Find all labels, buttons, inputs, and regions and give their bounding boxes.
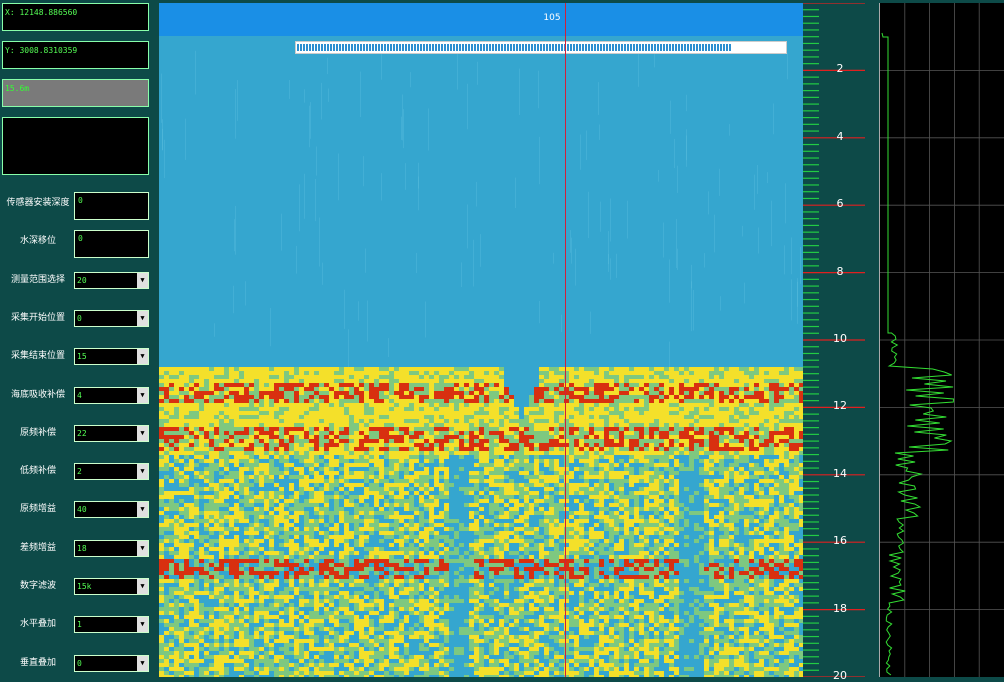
x-coordinate-readout: X: 12148.886560 <box>2 3 149 31</box>
depth-tick-label: 4 <box>831 130 849 143</box>
bottom-absorb-select[interactable]: 4▼ <box>74 387 149 404</box>
info-display-box <box>2 117 149 175</box>
vert-stack-select[interactable]: 0▼ <box>74 655 149 672</box>
amplitude-trace <box>882 33 954 675</box>
chevron-down-icon[interactable]: ▼ <box>137 541 148 556</box>
acq-end-value: 15 <box>77 352 87 361</box>
chevron-down-icon[interactable]: ▼ <box>137 579 148 594</box>
depth-readout: 15.6m <box>2 79 149 107</box>
vert-stack-value: 0 <box>77 659 82 668</box>
depth-tick-label: 2 <box>831 62 849 75</box>
control-panel: X: 12148.886560 Y: 3008.8310359 15.6m 传感… <box>0 0 155 681</box>
range-label: 测量范围选择 <box>4 272 72 285</box>
amplitude-profile-panel <box>879 3 1004 677</box>
acq-start-label: 采集开始位置 <box>4 310 72 323</box>
sensor-depth-value: 0 <box>78 196 83 205</box>
low-comp-label: 低频补偿 <box>4 463 72 476</box>
sensor-depth-label: 传感器安装深度 <box>4 195 72 208</box>
acq-end-label: 采集结束位置 <box>4 348 72 361</box>
depth-scale: 2468101214161820 <box>803 3 868 677</box>
tide-offset-value: 0 <box>78 234 83 243</box>
depth-tick-label: 20 <box>831 669 849 682</box>
depth-tick-label: 12 <box>831 399 849 412</box>
echogram-canvas[interactable] <box>159 3 803 677</box>
chevron-down-icon[interactable]: ▼ <box>137 311 148 326</box>
horiz-stack-select[interactable]: 1▼ <box>74 616 149 633</box>
primary-comp-value: 22 <box>77 429 87 438</box>
tide-offset-label: 水深移位 <box>4 233 72 246</box>
tide-offset-input[interactable]: 0 <box>74 230 149 258</box>
echogram-view[interactable]: 105 <box>159 3 803 677</box>
primary-gain-value: 40 <box>77 505 87 514</box>
digital-filter-value: 15k <box>77 582 91 591</box>
echogram-header <box>159 3 803 36</box>
chevron-down-icon[interactable]: ▼ <box>137 349 148 364</box>
primary-gain-select[interactable]: 40 ▼ <box>74 501 149 518</box>
horiz-stack-label: 水平叠加 <box>4 616 72 629</box>
range-value: 20 <box>77 276 87 285</box>
chevron-down-icon[interactable]: ▼ <box>137 502 148 517</box>
y-coordinate-readout: Y: 3008.8310359 <box>2 41 149 69</box>
bottom-absorb-label: 海底吸收补偿 <box>4 387 72 400</box>
ping-number: 105 <box>537 13 567 23</box>
chevron-down-icon[interactable]: ▼ <box>137 617 148 632</box>
depth-tick-label: 18 <box>831 602 849 615</box>
depth-tick-label: 10 <box>831 332 849 345</box>
sensor-depth-input[interactable]: 0 <box>74 192 149 220</box>
chevron-down-icon[interactable]: ▼ <box>137 388 148 403</box>
chevron-down-icon[interactable]: ▼ <box>137 464 148 479</box>
depth-tick-label: 16 <box>831 534 849 547</box>
bottom-absorb-value: 4 <box>77 391 82 400</box>
horiz-stack-value: 1 <box>77 620 82 629</box>
digital-filter-select[interactable]: 15k ▼ <box>74 578 149 595</box>
amplitude-profile-chart <box>880 3 1004 677</box>
acquisition-progress-bar <box>295 41 787 54</box>
diff-gain-select[interactable]: 18 ▼ <box>74 540 149 557</box>
progress-fill <box>297 44 731 51</box>
primary-comp-select[interactable]: 22 ▼ <box>74 425 149 442</box>
acq-start-value: 0 <box>77 314 82 323</box>
primary-comp-label: 原频补偿 <box>4 425 72 438</box>
acq-end-select[interactable]: 15 ▼ <box>74 348 149 365</box>
primary-gain-label: 原频增益 <box>4 501 72 514</box>
low-comp-value: 2 <box>77 467 82 476</box>
digital-filter-label: 数字滤波 <box>4 578 72 591</box>
acq-start-select[interactable]: 0▼ <box>74 310 149 327</box>
vert-stack-label: 垂直叠加 <box>4 655 72 668</box>
chevron-down-icon[interactable]: ▼ <box>137 656 148 671</box>
chevron-down-icon[interactable]: ▼ <box>137 273 148 288</box>
diff-gain-value: 18 <box>77 544 87 553</box>
cursor-line[interactable] <box>565 3 566 677</box>
depth-tick-label: 8 <box>831 265 849 278</box>
chevron-down-icon[interactable]: ▼ <box>137 426 148 441</box>
diff-gain-label: 差频增益 <box>4 540 72 553</box>
depth-tick-label: 14 <box>831 467 849 480</box>
depth-tick-label: 6 <box>831 197 849 210</box>
range-select[interactable]: 20 ▼ <box>74 272 149 289</box>
low-comp-select[interactable]: 2▼ <box>74 463 149 480</box>
